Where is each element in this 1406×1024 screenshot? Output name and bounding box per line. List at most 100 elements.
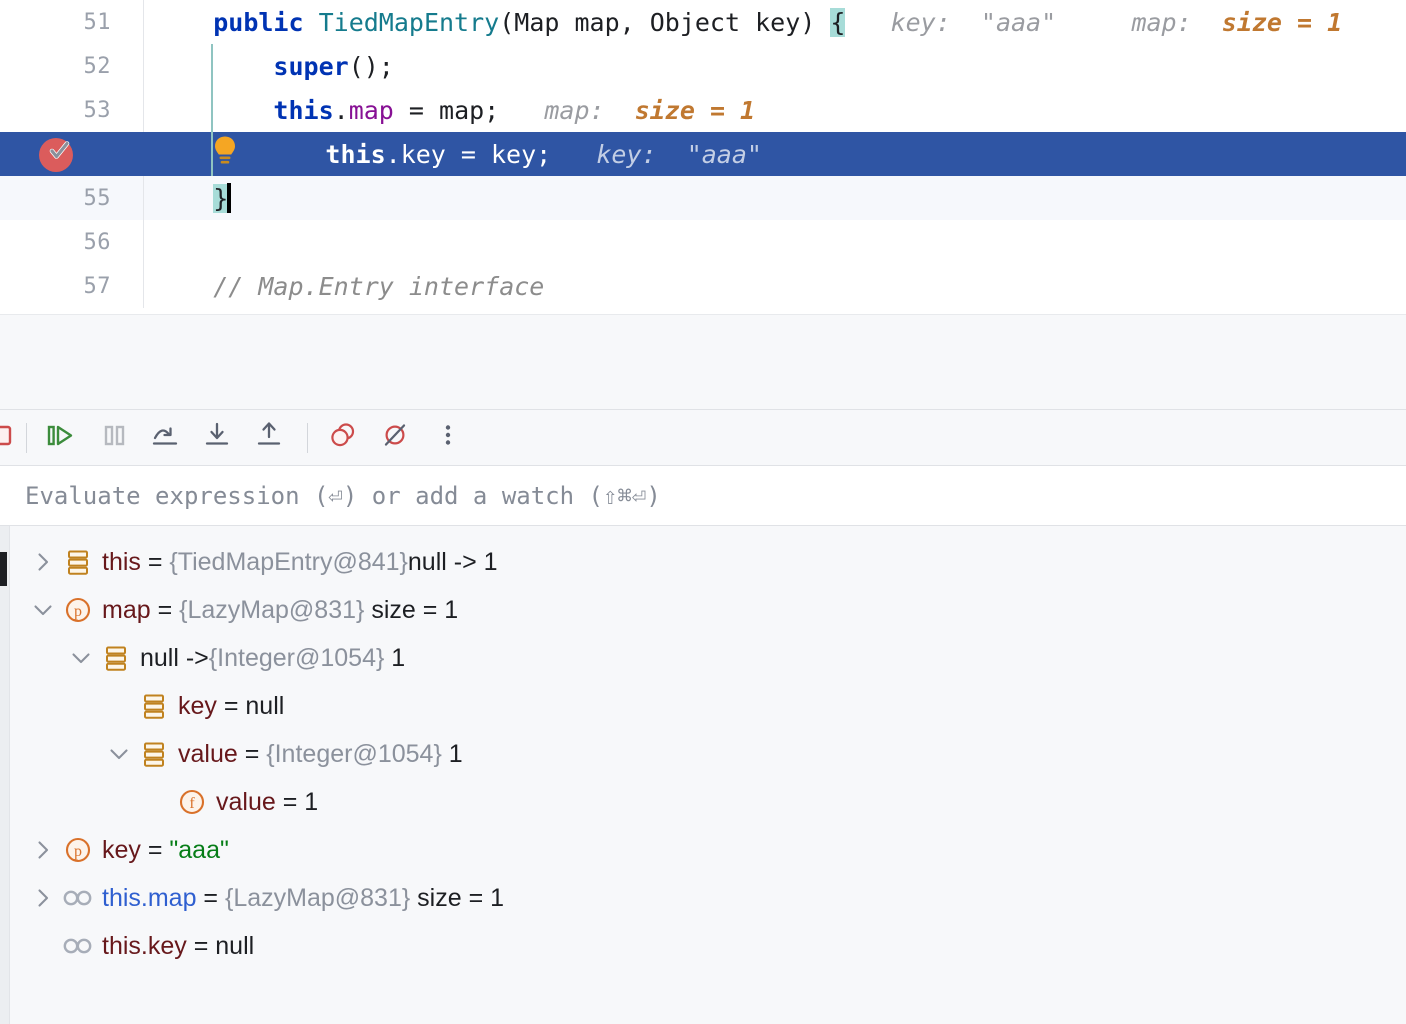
variable-row[interactable]: this = {TiedMapEntry@841} null -> 1 — [0, 538, 1406, 586]
text-caret — [227, 183, 232, 213]
code-text: // Map.Entry interface — [213, 271, 545, 301]
code-line-55[interactable]: 55 } — [0, 176, 1406, 220]
variable-name: key — [178, 691, 217, 720]
gutter-57[interactable]: 57 — [0, 264, 143, 308]
gutter-51[interactable]: 51 — [0, 0, 143, 44]
debugger-toolbar — [0, 410, 1406, 466]
variable-type: {Integer@1054} — [266, 739, 442, 768]
chevron-down-icon[interactable] — [64, 647, 98, 669]
pause-program-button[interactable] — [89, 412, 141, 464]
step-into-icon — [202, 420, 236, 455]
variable-name: value — [178, 739, 238, 768]
toolbar-separator — [307, 422, 308, 453]
variable-type: {LazyMap@831} — [224, 883, 411, 912]
gutter-separator — [143, 0, 144, 44]
parameter-icon: p — [60, 595, 96, 625]
view-breakpoints-button[interactable] — [318, 412, 370, 464]
breakpoint-icon[interactable] — [36, 134, 76, 174]
variables-tree-panel[interactable]: this = {TiedMapEntry@841} null -> 1 p map =… — [0, 526, 1406, 1024]
gutter-56[interactable]: 56 — [0, 220, 143, 264]
variable-row[interactable]: p map = {LazyMap@831} size = 1 — [0, 586, 1406, 634]
variable-value: null — [245, 691, 285, 720]
code-text: super(); — [273, 51, 394, 81]
step-over-button[interactable] — [141, 412, 193, 464]
toolbar-separator — [26, 422, 27, 453]
view-breakpoints-icon — [327, 420, 361, 455]
chevron-right-icon[interactable] — [26, 839, 60, 861]
resume-program-button[interactable] — [37, 412, 89, 464]
variable-name: this.map — [102, 883, 197, 912]
editor-lines: 51 public TiedMapEntry(Map map, Object k… — [0, 0, 1406, 308]
more-options-button[interactable] — [422, 412, 474, 464]
variables-rows: this = {TiedMapEntry@841} null -> 1 p map =… — [0, 538, 1406, 970]
code-line-53[interactable]: 53 this.map = map; map: size = 1 — [0, 88, 1406, 132]
variable-row[interactable]: value = {Integer@1054} 1 — [0, 730, 1406, 778]
code-line-51[interactable]: 51 public TiedMapEntry(Map map, Object k… — [0, 0, 1406, 44]
variables-left-rail — [0, 526, 10, 1024]
step-out-icon — [254, 420, 288, 455]
variable-name: value — [216, 787, 276, 816]
gutter-54[interactable] — [0, 132, 143, 176]
variable-row[interactable]: null -> {Integer@1054} 1 — [0, 634, 1406, 682]
variable-value: 1 — [441, 739, 463, 768]
gutter-separator — [143, 132, 144, 176]
variable-row[interactable]: p key = "aaa" — [0, 826, 1406, 874]
scrollbar-thumb[interactable] — [0, 552, 7, 586]
code-line-56[interactable]: 56 — [0, 220, 1406, 264]
stop-icon — [0, 420, 16, 455]
gutter-separator — [143, 88, 144, 132]
pause-icon — [100, 420, 130, 455]
variable-equals: = — [275, 787, 305, 816]
code-line-54[interactable]: this.key = key; key: "aaa" — [0, 132, 1406, 176]
gutter-separator — [143, 176, 144, 220]
field-icon — [98, 643, 134, 673]
chevron-right-icon[interactable] — [26, 551, 60, 573]
code-line-57[interactable]: 57 // Map.Entry interface — [0, 264, 1406, 308]
line-number: 52 — [83, 53, 111, 79]
step-out-button[interactable] — [245, 412, 297, 464]
chevron-right-icon[interactable] — [26, 887, 60, 909]
variable-equals: = — [140, 835, 170, 864]
intention-bulb-icon[interactable] — [210, 134, 240, 175]
field-icon — [136, 691, 172, 721]
field-icon — [60, 547, 96, 577]
variable-equals: = — [237, 739, 267, 768]
variable-row[interactable]: key = null — [0, 682, 1406, 730]
variable-name: map — [102, 595, 151, 624]
mute-breakpoints-button[interactable] — [370, 412, 422, 464]
variable-row[interactable]: this.map = {LazyMap@831} size = 1 — [0, 874, 1406, 922]
variable-row[interactable]: this.key = null — [0, 922, 1406, 970]
evaluate-expression-bar[interactable] — [0, 466, 1406, 526]
variable-row[interactable]: f value = 1 — [0, 778, 1406, 826]
gutter-52[interactable]: 52 — [0, 44, 143, 88]
evaluate-expression-input[interactable] — [0, 466, 1406, 525]
chevron-down-icon[interactable] — [102, 743, 136, 765]
gutter-53[interactable]: 53 — [0, 88, 143, 132]
variable-value: size = 1 — [364, 595, 459, 624]
stop-button[interactable] — [0, 412, 16, 464]
code-line-52[interactable]: 52 super(); — [0, 44, 1406, 88]
step-into-button[interactable] — [193, 412, 245, 464]
gutter-55[interactable]: 55 — [0, 176, 143, 220]
variable-equals: = — [140, 547, 170, 576]
chevron-down-icon[interactable] — [26, 599, 60, 621]
code-text: this.map = map; map: size = 1 — [273, 95, 756, 125]
variable-value: null -> 1 — [407, 547, 498, 576]
field-icon — [136, 739, 172, 769]
variable-equals: = — [150, 595, 180, 624]
line-number: 53 — [83, 97, 111, 123]
variable-type: {TiedMapEntry@841} — [169, 547, 408, 576]
variable-equals: = — [216, 691, 246, 720]
line-number: 56 — [83, 229, 111, 255]
variable-name: key — [102, 835, 141, 864]
variable-equals: = — [196, 883, 225, 912]
variable-value: 1 — [384, 643, 406, 672]
line-number: 55 — [83, 185, 111, 211]
variable-value: null — [215, 931, 255, 960]
watch-icon — [60, 883, 96, 913]
parameter-icon: p — [60, 835, 96, 865]
code-editor[interactable]: 51 public TiedMapEntry(Map map, Object k… — [0, 0, 1406, 314]
more-vertical-icon — [436, 420, 460, 455]
variable-value: "aaa" — [169, 835, 229, 864]
editor-debug-divider — [0, 314, 1406, 410]
